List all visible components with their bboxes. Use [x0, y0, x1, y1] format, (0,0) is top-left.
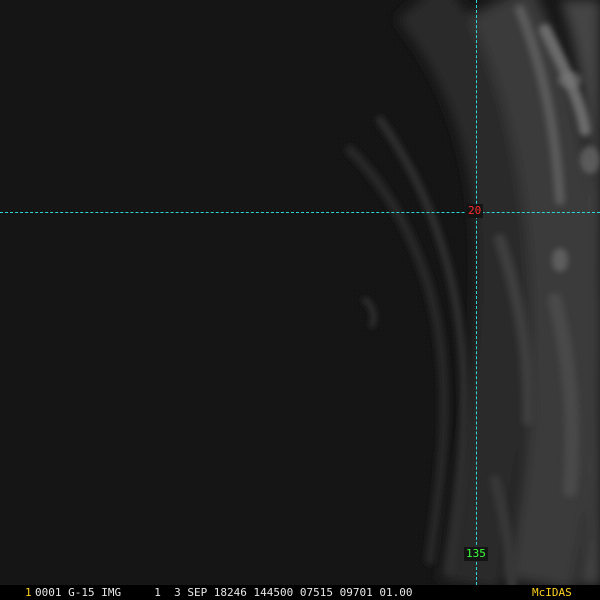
- latitude-label: 20: [466, 204, 484, 218]
- longitude-label: 135: [464, 547, 488, 561]
- frame-info-text: 0001 G-15 IMG 1 3 SEP 18246 144500 07515…: [35, 586, 413, 599]
- frame-number: 1: [25, 586, 32, 599]
- image-status-bar: 1 0001 G-15 IMG 1 3 SEP 18246 144500 075…: [0, 585, 600, 600]
- satellite-cloud-imagery: [0, 0, 600, 585]
- satellite-image-viewer: 20 135 1 0001 G-15 IMG 1 3 SEP 18246 144…: [0, 0, 600, 600]
- mcidas-brand-label: McIDAS: [532, 585, 572, 600]
